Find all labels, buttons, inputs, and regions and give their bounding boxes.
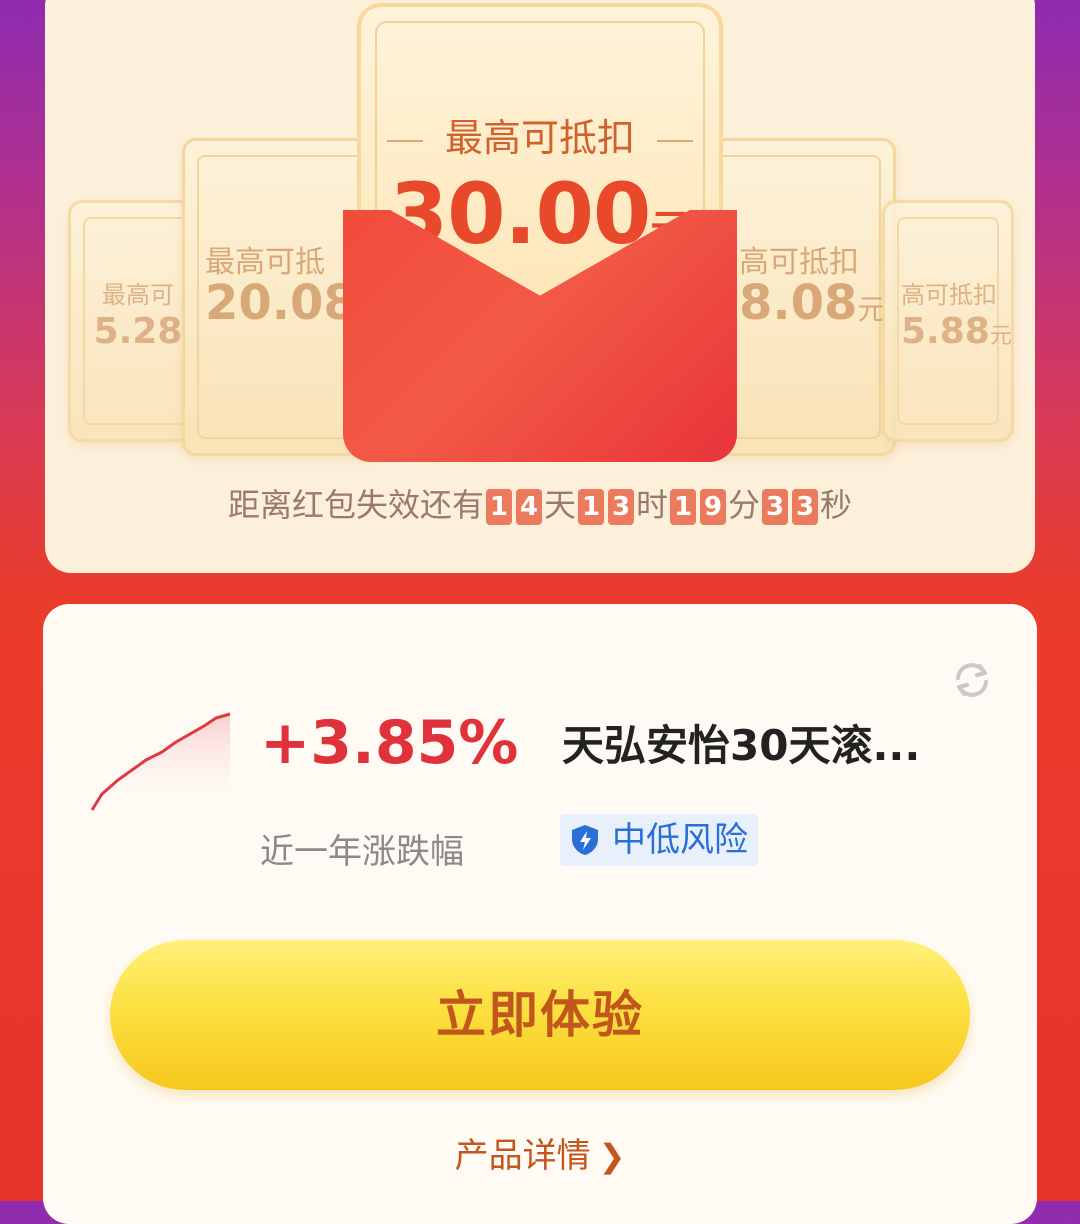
countdown-digit: 1 xyxy=(670,489,696,525)
countdown-digit: 3 xyxy=(607,489,634,525)
countdown-digit: 3 xyxy=(792,489,819,525)
shield-icon xyxy=(572,825,598,855)
risk-label: 中低风险 xyxy=(612,820,748,860)
coupon-label: 高可抵扣 xyxy=(901,281,997,309)
return-sparkline xyxy=(90,712,231,818)
risk-badge: 中低风险 xyxy=(560,814,758,866)
coupon-right-far: 高可抵扣 5.88元 xyxy=(882,200,1014,442)
product-details-link[interactable]: 产品详情 ❯ xyxy=(0,1128,1080,1177)
refresh-icon[interactable] xyxy=(946,654,998,706)
expiry-countdown: 距离红包失效还有 1 4 天 1 3 时 1 9 分 3 3 秒 xyxy=(227,486,853,525)
try-now-button[interactable]: 立即体验 xyxy=(110,940,970,1090)
annual-return-label: 近一年涨跌幅 xyxy=(260,832,464,872)
fund-name[interactable]: 天弘安怡30天滚... xyxy=(562,712,920,773)
countdown-digit: 4 xyxy=(515,489,542,525)
countdown-digit: 9 xyxy=(700,489,726,525)
annual-return-value: +3.85% xyxy=(260,708,519,778)
coupon-center-label: 最高可抵扣 xyxy=(361,107,719,162)
coupon-amount: 5.88元 xyxy=(901,311,1012,352)
countdown-digit: 1 xyxy=(577,489,604,525)
countdown-digit: 3 xyxy=(762,489,789,525)
chevron-right-icon: ❯ xyxy=(598,1137,626,1175)
countdown-digit: 1 xyxy=(485,489,512,525)
coupon-amount: 8.08元 xyxy=(739,275,886,331)
